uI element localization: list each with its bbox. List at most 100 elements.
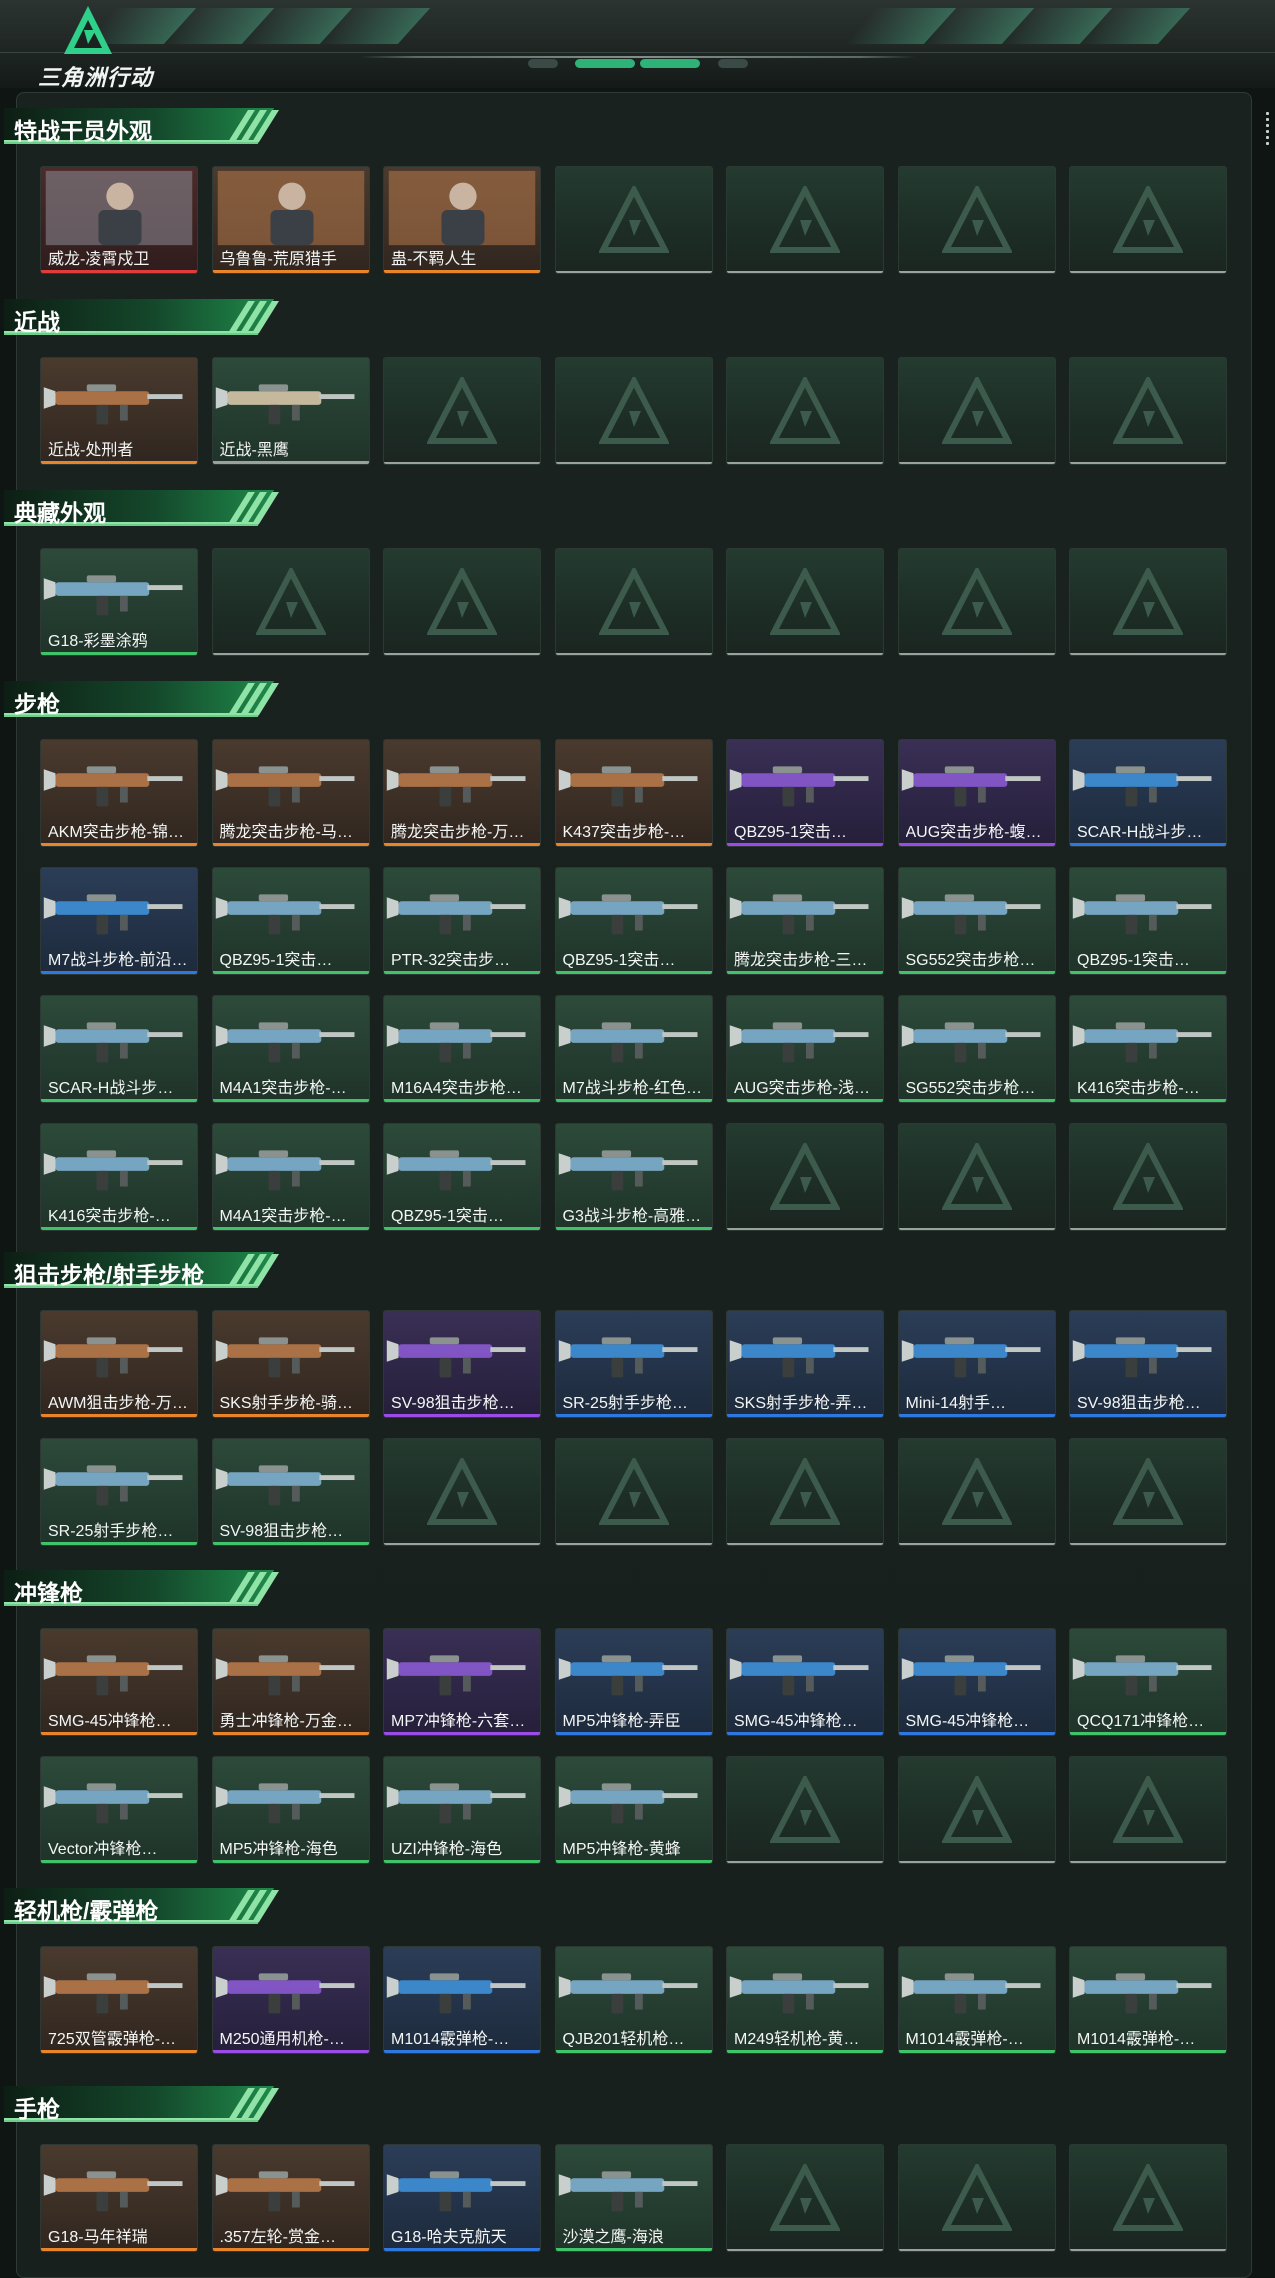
item-card[interactable]: K416突击步枪-… — [1069, 995, 1227, 1103]
item-card[interactable]: SKS射手步枪-弄… — [726, 1310, 884, 1418]
empty-slot[interactable] — [554, 1438, 713, 1546]
item-card[interactable]: SV-98狙击步枪… — [1069, 1310, 1227, 1418]
item-card[interactable]: K416突击步枪-… — [40, 1123, 198, 1231]
item-card[interactable]: 沙漠之鹰-海浪 — [554, 2144, 713, 2252]
rarity-bar — [727, 843, 883, 846]
item-card[interactable]: 勇士冲锋枪-万金泪… — [211, 1628, 370, 1736]
item-card[interactable]: G18-马年祥瑞 — [40, 2144, 198, 2252]
empty-slot[interactable] — [897, 1438, 1056, 1546]
item-card[interactable]: QCQ171冲锋枪… — [1069, 1628, 1227, 1736]
item-card[interactable]: MP5冲锋枪-海色 — [211, 1756, 370, 1864]
item-card[interactable]: M7战斗步枪-前沿… — [40, 867, 198, 975]
empty-slot[interactable] — [726, 357, 884, 465]
item-card[interactable]: 蛊-不羁人生 — [383, 166, 541, 274]
item-card[interactable]: QBZ95-1突击… — [1069, 867, 1227, 975]
empty-slot[interactable] — [897, 357, 1056, 465]
item-card[interactable]: G18-彩墨涂鸦 — [40, 548, 198, 656]
item-card[interactable]: QBZ95-1突击… — [726, 739, 884, 847]
item-card[interactable]: MP5冲锋枪-弄臣 — [554, 1628, 713, 1736]
item-card[interactable]: .357左轮-赏金… — [211, 2144, 370, 2252]
empty-slot[interactable] — [554, 548, 713, 656]
item-card[interactable]: SG552突击步枪… — [897, 995, 1056, 1103]
empty-slot[interactable] — [897, 1756, 1056, 1864]
empty-slot[interactable] — [1069, 1438, 1227, 1546]
empty-slot[interactable] — [726, 166, 884, 274]
item-card[interactable]: M4A1突击步枪-… — [211, 1123, 370, 1231]
item-card[interactable]: M16A4突击步枪… — [383, 995, 541, 1103]
item-card[interactable]: M7战斗步枪-红色… — [554, 995, 713, 1103]
item-card[interactable]: SR-25射手步枪… — [40, 1438, 198, 1546]
item-card[interactable]: MP7冲锋枪-六套… — [383, 1628, 541, 1736]
item-card[interactable]: AWM狙击步枪-万… — [40, 1310, 198, 1418]
item-art — [41, 1629, 197, 1713]
item-card[interactable]: 腾龙突击步枪-三角… — [726, 867, 884, 975]
item-card[interactable]: Vector冲锋枪… — [40, 1756, 198, 1864]
empty-slot[interactable] — [897, 166, 1056, 274]
item-card[interactable]: SV-98狙击步枪… — [211, 1438, 370, 1546]
item-card[interactable]: SMG-45冲锋枪… — [40, 1628, 198, 1736]
item-card[interactable]: K437突击步枪-… — [554, 739, 713, 847]
item-card[interactable]: 近战-黑鹰 — [211, 357, 370, 465]
item-card[interactable]: AKM突击步枪-锦… — [40, 739, 198, 847]
item-card[interactable]: Mini-14射手… — [897, 1310, 1056, 1418]
empty-slot[interactable] — [1069, 357, 1227, 465]
item-card[interactable]: QBZ95-1突击… — [383, 1123, 541, 1231]
item-card[interactable]: SR-25射手步枪… — [554, 1310, 713, 1418]
empty-slot[interactable] — [726, 1123, 884, 1231]
item-card[interactable]: MP5冲锋枪-黄蜂 — [554, 1756, 713, 1864]
item-card[interactable]: SMG-45冲锋枪… — [897, 1628, 1056, 1736]
empty-slot[interactable] — [1069, 2144, 1227, 2252]
placeholder-logo-icon — [427, 568, 497, 635]
item-card[interactable]: SCAR-H战斗步… — [40, 995, 198, 1103]
item-card[interactable]: QJB201轻机枪… — [554, 1946, 713, 2054]
item-card[interactable]: SV-98狙击步枪… — [383, 1310, 541, 1418]
weapon-art-icon — [1072, 1337, 1212, 1378]
empty-slot[interactable] — [211, 548, 370, 656]
item-card[interactable]: UZI冲锋枪-海色 — [383, 1756, 541, 1864]
empty-slot[interactable] — [726, 548, 884, 656]
empty-slot[interactable] — [383, 1438, 541, 1546]
item-card[interactable]: M250通用机枪-… — [211, 1946, 370, 2054]
item-card[interactable]: 腾龙突击步枪-马年… — [211, 739, 370, 847]
item-art — [899, 996, 1055, 1080]
empty-slot[interactable] — [726, 1438, 884, 1546]
item-card[interactable]: QBZ95-1突击… — [554, 867, 713, 975]
item-card[interactable]: AUG突击步枪-浅… — [726, 995, 884, 1103]
item-card[interactable]: AUG突击步枪-蝮… — [897, 739, 1056, 847]
item-card[interactable]: PTR-32突击步… — [383, 867, 541, 975]
scroll-indicator[interactable] — [1265, 112, 1271, 152]
weapon-art-icon — [901, 766, 1040, 807]
empty-slot[interactable] — [1069, 166, 1227, 274]
empty-slot[interactable] — [897, 2144, 1056, 2252]
item-card[interactable]: SCAR-H战斗步… — [1069, 739, 1227, 847]
item-card[interactable]: G3战斗步枪-高雅… — [554, 1123, 713, 1231]
item-card[interactable]: 腾龙突击步枪-万金… — [383, 739, 541, 847]
empty-slot[interactable] — [383, 548, 541, 656]
empty-slot[interactable] — [726, 1756, 884, 1864]
item-card[interactable]: SG552突击步枪… — [897, 867, 1056, 975]
empty-slot[interactable] — [383, 357, 541, 465]
item-card[interactable]: SMG-45冲锋枪… — [726, 1628, 884, 1736]
empty-slot[interactable] — [1069, 548, 1227, 656]
item-card[interactable]: QBZ95-1突击… — [211, 867, 370, 975]
item-card[interactable]: 威龙-凌霄戍卫 — [40, 166, 198, 274]
item-card[interactable]: G18-哈夫克航天 — [383, 2144, 541, 2252]
empty-slot[interactable] — [897, 548, 1056, 656]
item-card[interactable]: M4A1突击步枪-… — [211, 995, 370, 1103]
empty-slot[interactable] — [1069, 1756, 1227, 1864]
item-card[interactable]: M1014霰弹枪-… — [383, 1946, 541, 2054]
empty-slot[interactable] — [1069, 1123, 1227, 1231]
empty-slot[interactable] — [554, 357, 713, 465]
empty-slot[interactable] — [726, 2144, 884, 2252]
empty-slot[interactable] — [554, 166, 713, 274]
item-label: AUG突击步枪-蝮… — [905, 824, 1042, 841]
item-card[interactable]: M249轻机枪-黄… — [726, 1946, 884, 2054]
weapon-art-icon — [386, 766, 526, 807]
item-card[interactable]: M1014霰弹枪-… — [897, 1946, 1056, 2054]
item-card[interactable]: SKS射手步枪-骑… — [211, 1310, 370, 1418]
item-card[interactable]: 乌鲁鲁-荒原猎手 — [211, 166, 370, 274]
item-card[interactable]: 725双管霰弹枪-… — [40, 1946, 198, 2054]
item-card[interactable]: M1014霰弹枪-… — [1069, 1946, 1227, 2054]
empty-slot[interactable] — [897, 1123, 1056, 1231]
item-card[interactable]: 近战-处刑者 — [40, 357, 198, 465]
